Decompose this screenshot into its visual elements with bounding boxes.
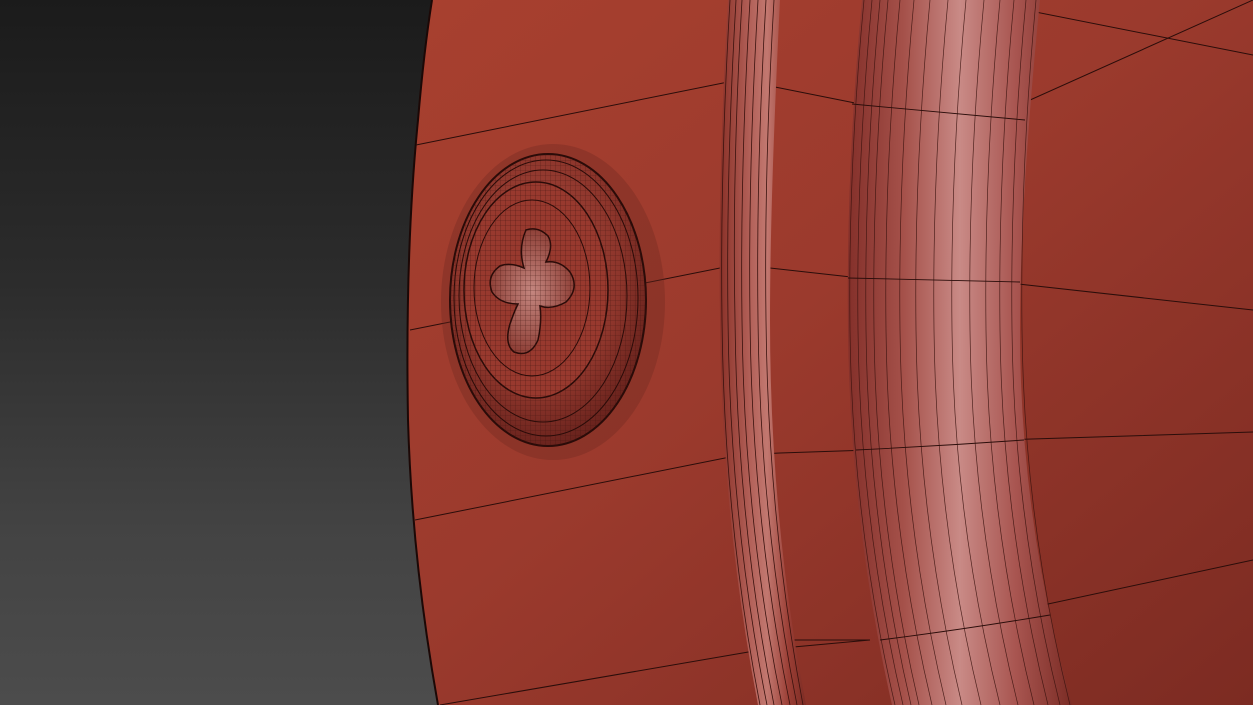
- screw[interactable]: [441, 144, 665, 460]
- 3d-viewport[interactable]: [0, 0, 1253, 705]
- render-scene: [406, 0, 1253, 705]
